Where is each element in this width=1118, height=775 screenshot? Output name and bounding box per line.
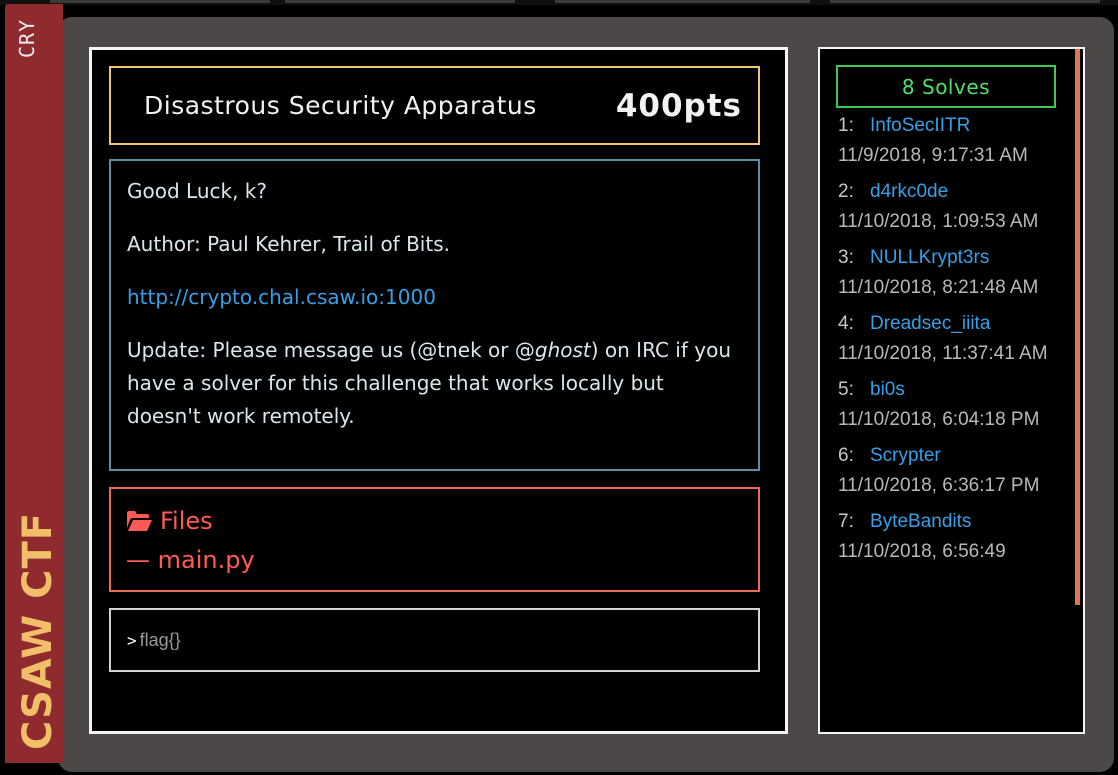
solves-panel: 8 Solves 1: InfoSecIITR 11/9/2018, 9:17:31… xyxy=(818,47,1085,734)
solve-entry: 5: bi0s 11/10/2018, 6:04:18 PM xyxy=(838,375,1066,435)
category-tab: CRY CSAW CTF xyxy=(5,4,63,763)
challenge-description: Good Luck, k? Author: Paul Kehrer, Trail… xyxy=(109,159,760,471)
solve-time: 11/10/2018, 6:56:49 xyxy=(838,541,1006,562)
description-update: Update: Please message us (@tnek or @gho… xyxy=(127,338,732,428)
description-author: Author: Paul Kehrer, Trail of Bits. xyxy=(127,232,450,256)
solve-entry: 4: Dreadsec_iiita 11/10/2018, 11:37:41 AM xyxy=(838,309,1066,369)
solve-team-link[interactable]: d4rkc0de xyxy=(870,181,948,202)
challenge-title: Disastrous Security Apparatus xyxy=(144,91,537,120)
solves-list: 1: InfoSecIITR 11/9/2018, 9:17:31 AM 2: d4r… xyxy=(838,111,1066,573)
challenge-points: 400pts xyxy=(615,87,742,124)
solve-team-link[interactable]: ByteBandits xyxy=(870,511,971,532)
files-section: Files — main.py xyxy=(109,487,760,592)
solve-rank: 1: xyxy=(838,115,854,136)
solve-entry: 7: ByteBandits 11/10/2018, 6:56:49 xyxy=(838,507,1066,567)
flag-prompt: > xyxy=(127,630,137,650)
solve-time: 11/10/2018, 1:09:53 AM xyxy=(838,211,1039,232)
challenge-header: Disastrous Security Apparatus 400pts xyxy=(109,66,760,145)
solve-time: 11/10/2018, 8:21:48 AM xyxy=(838,277,1039,298)
solve-entry: 2: d4rkc0de 11/10/2018, 1:09:53 AM xyxy=(838,177,1066,237)
brand-logo: CSAW CTF xyxy=(15,511,61,750)
files-heading: Files xyxy=(126,503,743,542)
category-label: CRY xyxy=(15,18,39,58)
solve-team-link[interactable]: Scrypter xyxy=(870,445,941,466)
solve-entry: 6: Scrypter 11/10/2018, 6:36:17 PM xyxy=(838,441,1066,501)
solve-time: 11/10/2018, 6:04:18 PM xyxy=(838,409,1040,430)
solve-rank: 3: xyxy=(838,247,854,268)
solve-time: 11/9/2018, 9:17:31 AM xyxy=(838,145,1028,166)
solve-entry: 3: NULLKrypt3rs 11/10/2018, 8:21:48 AM xyxy=(838,243,1066,303)
top-strip xyxy=(0,0,1118,5)
solve-time: 11/10/2018, 6:36:17 PM xyxy=(838,475,1040,496)
solve-rank: 5: xyxy=(838,379,854,400)
solve-time: 11/10/2018, 11:37:41 AM xyxy=(838,343,1048,364)
solve-rank: 2: xyxy=(838,181,854,202)
file-link-main-py[interactable]: — main.py xyxy=(126,546,255,574)
solve-team-link[interactable]: bi0s xyxy=(870,379,905,400)
folder-open-icon xyxy=(126,506,153,542)
challenge-panel: Disastrous Security Apparatus 400pts Goo… xyxy=(89,47,788,734)
solve-team-link[interactable]: Dreadsec_iiita xyxy=(870,313,990,334)
solve-rank: 7: xyxy=(838,511,854,532)
description-greeting: Good Luck, k? xyxy=(127,179,267,203)
solve-rank: 4: xyxy=(838,313,854,334)
solves-scrollbar[interactable] xyxy=(1075,49,1080,605)
solve-rank: 6: xyxy=(838,445,854,466)
solve-entry: 1: InfoSecIITR 11/9/2018, 9:17:31 AM xyxy=(838,111,1066,171)
solve-team-link[interactable]: NULLKrypt3rs xyxy=(870,247,989,268)
solves-count: 8 Solves xyxy=(836,65,1056,108)
flag-input[interactable] xyxy=(139,629,700,651)
flag-form: > xyxy=(109,608,760,672)
solve-team-link[interactable]: InfoSecIITR xyxy=(870,115,970,136)
challenge-link[interactable]: http://crypto.chal.csaw.io:1000 xyxy=(127,285,436,309)
